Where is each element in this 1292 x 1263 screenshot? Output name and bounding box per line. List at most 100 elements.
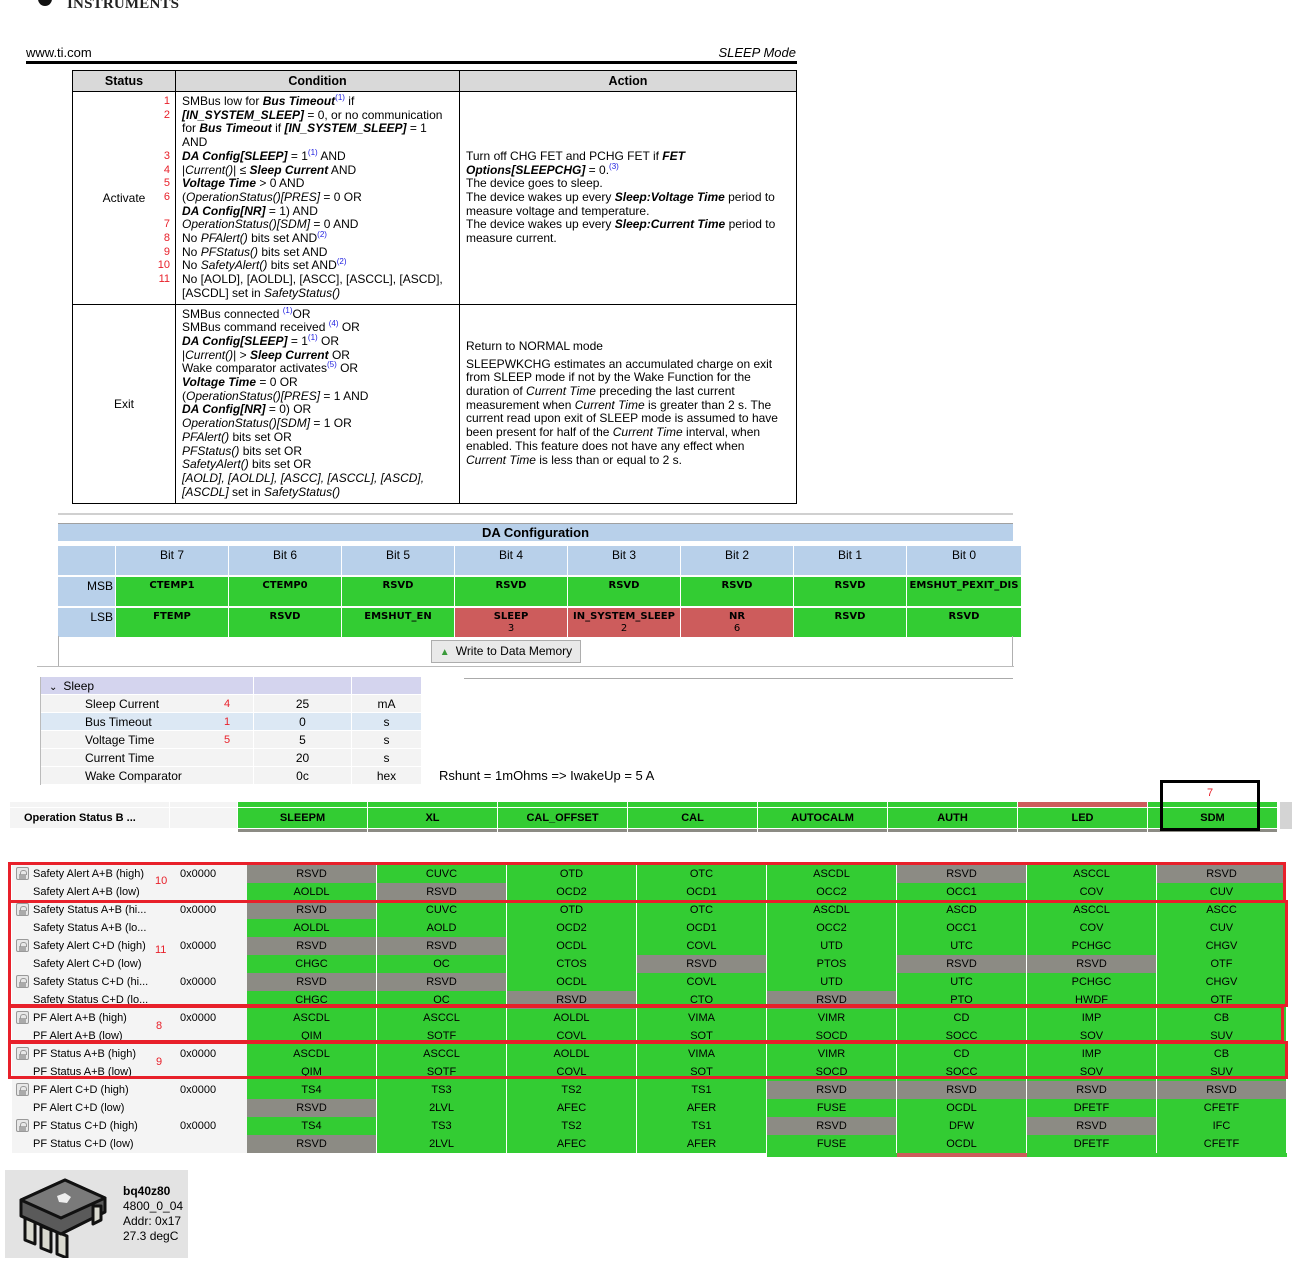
bit-cell-rsvd[interactable]: RSVD [897,1081,1027,1099]
sleep-row[interactable]: Voltage Time 5 5 s [41,731,422,749]
bit-cell-2lvl[interactable]: 2LVL [377,1099,507,1117]
text-segment: AND [317,148,346,163]
bit-cell-cal[interactable]: CAL [628,808,758,828]
bit-cell-rsvd[interactable]: RSVD [455,577,567,606]
register-label[interactable]: PF Status C+D (low) [12,1135,170,1153]
bit-cell-rsvd[interactable]: RSVD [907,608,1021,637]
bit-cell-emshut_en[interactable]: EMSHUT_EN [342,608,454,637]
bit-cell-cal_offset[interactable]: CAL_OFFSET [498,808,628,828]
bit-cell-rsvd[interactable]: RSVD [794,608,906,637]
chevron-down-icon[interactable]: ⌄ [49,682,57,693]
text-line: Options[SLEEPCHG] = 0.(3) [466,162,790,178]
bit-cell-rsvd[interactable]: RSVD [681,577,793,606]
bit-cell-ts1[interactable]: TS1 [637,1081,767,1099]
register-label[interactable]: PF Alert C+D (high) [12,1081,170,1099]
bit-cell-fuse[interactable]: FUSE [767,1099,897,1117]
bit-cell-rsvd[interactable]: RSVD [767,1117,897,1135]
lock-icon[interactable] [16,1083,29,1096]
bit-cell-rsvd[interactable]: RSVD [1157,1081,1287,1099]
bit-cell-sleep[interactable]: SLEEP 3 [455,608,567,637]
device-panel[interactable]: bq40z80 4800_0_04 Addr: 0x17 27.3 degC [5,1170,188,1258]
register-label[interactable]: PF Status C+D (high) [12,1117,170,1135]
highlight-pf-status-ab [8,1041,1288,1079]
bit-cell-cfetf[interactable]: CFETF [1157,1135,1287,1153]
sleep-row[interactable]: Current Time 20 s [41,749,422,767]
bit-cell-emshut_pexit_dis[interactable]: EMSHUT_PEXIT_DIS [907,577,1021,606]
sleep-group-header[interactable]: ⌄ Sleep [41,677,422,697]
bit-cell-rsvd[interactable]: RSVD [568,577,680,606]
bit-cell-xl[interactable]: XL [368,808,498,828]
param-value[interactable]: 5 [254,731,352,749]
text-segment: Wake comparator activates [182,361,327,376]
bit-cell-rsvd[interactable]: RSVD [1027,1117,1157,1135]
bit-cell-rsvd[interactable]: RSVD [229,608,341,637]
param-value[interactable]: 0 [254,713,352,731]
bit-cell-ts3[interactable]: TS3 [377,1081,507,1099]
text-segment: = 0. [585,162,610,177]
highlight-pf-alert-ab [8,1005,1284,1043]
bit-cell-sleepm[interactable]: SLEEPM [238,808,368,828]
bit-cell-fuse[interactable]: FUSE [767,1135,897,1153]
bit-cell-ctemp0[interactable]: CTEMP0 [229,577,341,606]
bit-cell-2lvl[interactable]: 2LVL [377,1135,507,1153]
bit-cell-led[interactable]: LED [1018,808,1148,828]
bit-header: Bit 7 [116,546,228,575]
bit-cell-ctemp1[interactable]: CTEMP1 [116,577,228,606]
bit-cell-ocdl[interactable]: OCDL [897,1135,1027,1153]
bit-cell-dfw[interactable]: DFW [897,1117,1027,1135]
bit-cell-rsvd[interactable]: RSVD [794,577,906,606]
bit-cell-dfetf[interactable]: DFETF [1027,1135,1157,1153]
text-line: 11 No [AOLD], [AOLDL], [ASCC], [ASCCL], [… [159,272,455,287]
text-segment: bits set OR [248,457,312,472]
bit-cell-rsvd[interactable]: RSVD [247,1099,377,1117]
bit-cell-ts2[interactable]: TS2 [507,1117,637,1135]
text-segment: Current Time [526,383,596,398]
bit-cell-afer[interactable]: AFER [637,1135,767,1153]
text-segment: DA Config[SLEEP] [182,148,288,163]
bit-cell-afec[interactable]: AFEC [507,1135,637,1153]
bit-cell-ts1[interactable]: TS1 [637,1117,767,1135]
write-to-data-memory-button[interactable]: ▲ Write to Data Memory [431,640,581,663]
bit-header: Bit 6 [229,546,341,575]
bit-cell-nr[interactable]: NR 6 [681,608,793,637]
label-cell [10,802,170,807]
bit-cell-ts4[interactable]: TS4 [247,1117,377,1135]
register-name: PF Status C+D (low) [33,1138,134,1150]
bit-cell-autocalm[interactable]: AUTOCALM [758,808,888,828]
ti-logo [38,0,52,6]
scrollbar[interactable] [1280,802,1292,829]
bit-cell-ts3[interactable]: TS3 [377,1117,507,1135]
param-value[interactable]: 0c [254,767,352,785]
bit-cell-afer[interactable]: AFER [637,1099,767,1117]
bit-cell-ts4[interactable]: TS4 [247,1081,377,1099]
text-segment: Return to NORMAL mode [466,338,603,353]
sleep-row[interactable]: Wake Comparator 0c hex [41,767,422,785]
bit-cell-dfetf[interactable]: DFETF [1027,1099,1157,1117]
text-segment: | > [233,347,250,362]
bit-cell-cfetf[interactable]: CFETF [1157,1099,1287,1117]
bit-cell-ocdl[interactable]: OCDL [897,1099,1027,1117]
bit-cell-ifc[interactable]: IFC [1157,1117,1287,1135]
register-row: PF Alert C+D (high) 0x0000 TS4 TS3 TS2 TS1 RSV… [12,1081,1287,1099]
param-value[interactable]: 25 [254,695,352,713]
sleep-row[interactable]: Sleep Current 4 25 mA [41,695,422,713]
sleep-row[interactable]: Bus Timeout 1 0 s [41,713,422,731]
bit-cell-rsvd[interactable]: RSVD [767,1081,897,1099]
text-segment: OR [336,361,359,376]
param-value[interactable]: 20 [254,749,352,767]
text-segment: = 0 OR [320,189,362,204]
status-cell: Exit [72,303,176,504]
bit-cell-rsvd[interactable]: RSVD [1027,1081,1157,1099]
lock-icon[interactable] [16,1119,29,1132]
arrow-up-icon: ▲ [439,647,450,658]
bit-cell-ftemp[interactable]: FTEMP [116,608,228,637]
bit-cell-in_system_sleep[interactable]: IN_SYSTEM_SLEEP 2 [568,608,680,637]
bit-cell-auth[interactable]: AUTH [888,808,1018,828]
text-line: 2 [IN_SYSTEM_SLEEP] = 0, or no communicat… [164,108,455,123]
bit-cell-rsvd[interactable]: RSVD [247,1135,377,1153]
bit-cell-afec[interactable]: AFEC [507,1099,637,1117]
bit-cell-ts2[interactable]: TS2 [507,1081,637,1099]
register-label[interactable]: PF Alert C+D (low) [12,1099,170,1117]
bit-cell-rsvd[interactable]: RSVD [342,577,454,606]
chip-icon [19,1178,107,1258]
